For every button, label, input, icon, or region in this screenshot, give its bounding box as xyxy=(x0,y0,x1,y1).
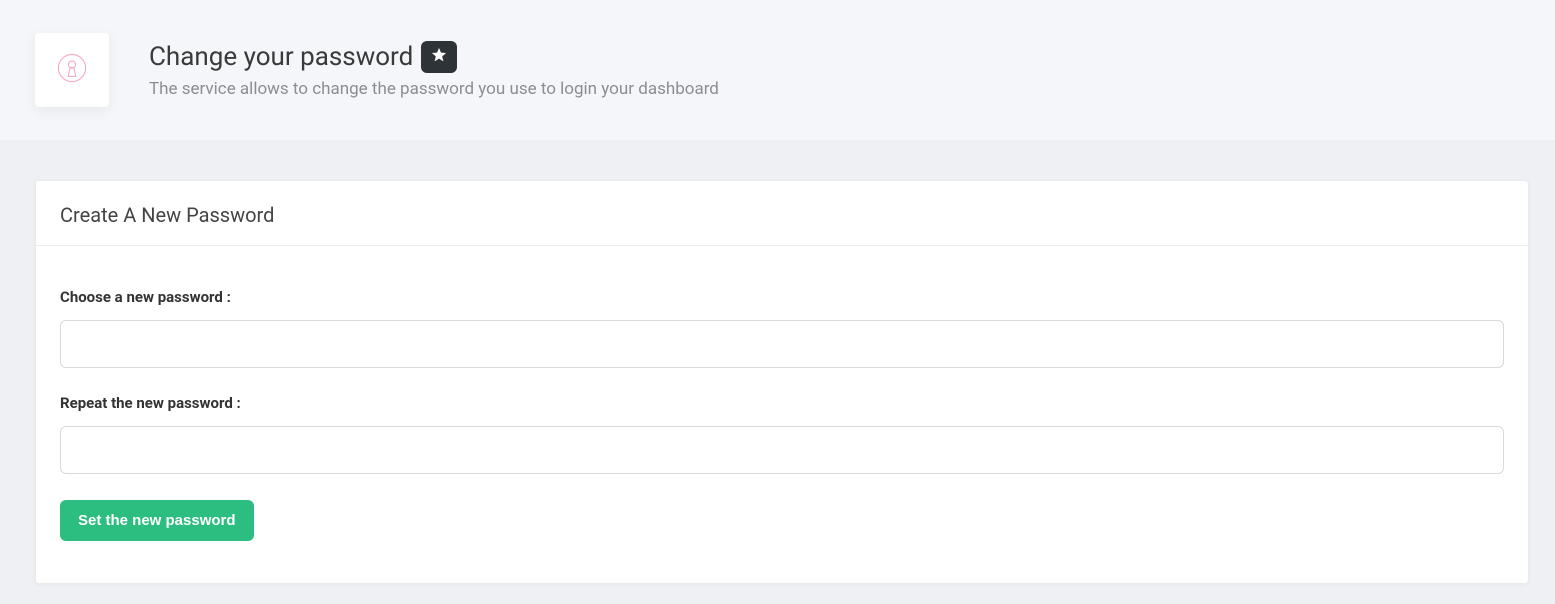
set-password-button[interactable]: Set the new password xyxy=(60,500,254,541)
repeat-password-label: Repeat the new password : xyxy=(60,394,1504,412)
card-title: Create A New Password xyxy=(36,181,1528,246)
card-body: Choose a new password : Repeat the new p… xyxy=(36,246,1528,583)
title-row: Change your password xyxy=(149,41,719,73)
keyhole-icon-tile xyxy=(35,33,109,107)
content-wrapper: Create A New Password Choose a new passw… xyxy=(0,140,1555,604)
new-password-input[interactable] xyxy=(60,320,1504,368)
repeat-password-group: Repeat the new password : xyxy=(60,394,1504,474)
header-text-block: Change your password The service allows … xyxy=(149,41,719,99)
new-password-group: Choose a new password : xyxy=(60,288,1504,368)
new-password-label: Choose a new password : xyxy=(60,288,1504,306)
page-header: Change your password The service allows … xyxy=(0,0,1555,140)
favorite-star-button[interactable] xyxy=(421,41,457,73)
repeat-password-input[interactable] xyxy=(60,426,1504,474)
password-card: Create A New Password Choose a new passw… xyxy=(35,180,1529,584)
star-icon xyxy=(430,46,448,68)
page-subtitle: The service allows to change the passwor… xyxy=(149,79,719,99)
page-title: Change your password xyxy=(149,42,413,72)
keyhole-icon xyxy=(55,51,89,89)
